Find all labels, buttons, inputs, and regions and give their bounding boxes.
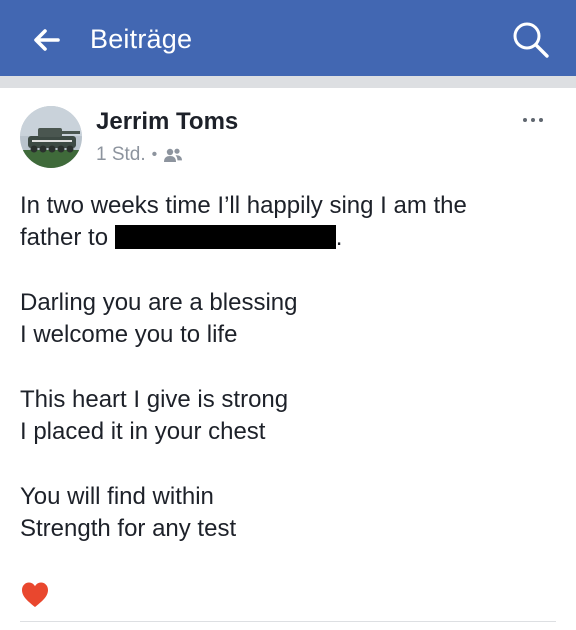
search-button[interactable] bbox=[508, 18, 554, 62]
post-timestamp[interactable]: 1 Std. bbox=[96, 144, 146, 166]
meta-separator: • bbox=[151, 146, 158, 163]
post-card: Jerrim Toms 1 Std. • In two weeks time I… bbox=[0, 88, 576, 630]
heart-icon bbox=[22, 582, 48, 607]
post-line: This heart I give is strong bbox=[20, 386, 289, 413]
redaction-bar bbox=[114, 224, 336, 249]
back-button[interactable] bbox=[26, 22, 66, 58]
post-line-text: . bbox=[335, 224, 343, 251]
post-author-name[interactable]: Jerrim Toms bbox=[96, 108, 238, 136]
tank-photo-icon bbox=[20, 106, 82, 168]
more-horizontal-icon bbox=[539, 118, 543, 122]
search-icon bbox=[513, 22, 549, 58]
header-separator bbox=[0, 76, 576, 88]
post-paragraph: Darling you are a blessing I welcome you… bbox=[20, 287, 560, 351]
post-paragraph: You will find within Strength for any te… bbox=[20, 481, 560, 545]
reaction-summary[interactable] bbox=[20, 580, 50, 610]
post-divider bbox=[20, 621, 556, 622]
post-line: Strength for any test bbox=[20, 515, 237, 542]
post-paragraph: In two weeks time I’ll happily sing I am… bbox=[20, 190, 560, 254]
post-meta: 1 Std. • bbox=[96, 144, 183, 166]
page-title: Beiträge bbox=[90, 24, 193, 54]
more-horizontal-icon bbox=[523, 118, 527, 122]
post-line-text: father to bbox=[20, 224, 109, 251]
post-paragraph: This heart I give is strong I placed it … bbox=[20, 384, 560, 448]
arrow-left-icon bbox=[34, 29, 60, 51]
post-line: I placed it in your chest bbox=[20, 418, 266, 445]
post-line: Darling you are a blessing bbox=[20, 289, 298, 316]
more-options-button[interactable] bbox=[516, 110, 550, 130]
post-text: In two weeks time I’ll happily sing I am… bbox=[20, 190, 560, 578]
friends-icon[interactable] bbox=[163, 147, 183, 163]
top-app-bar: Beiträge bbox=[0, 0, 576, 76]
post-line: I welcome you to life bbox=[20, 321, 238, 348]
post-line: You will find within bbox=[20, 483, 214, 510]
post-line: In two weeks time I’ll happily sing I am… bbox=[20, 192, 467, 219]
more-horizontal-icon bbox=[531, 118, 535, 122]
post-line: father to . bbox=[20, 222, 560, 254]
avatar[interactable] bbox=[20, 106, 82, 168]
